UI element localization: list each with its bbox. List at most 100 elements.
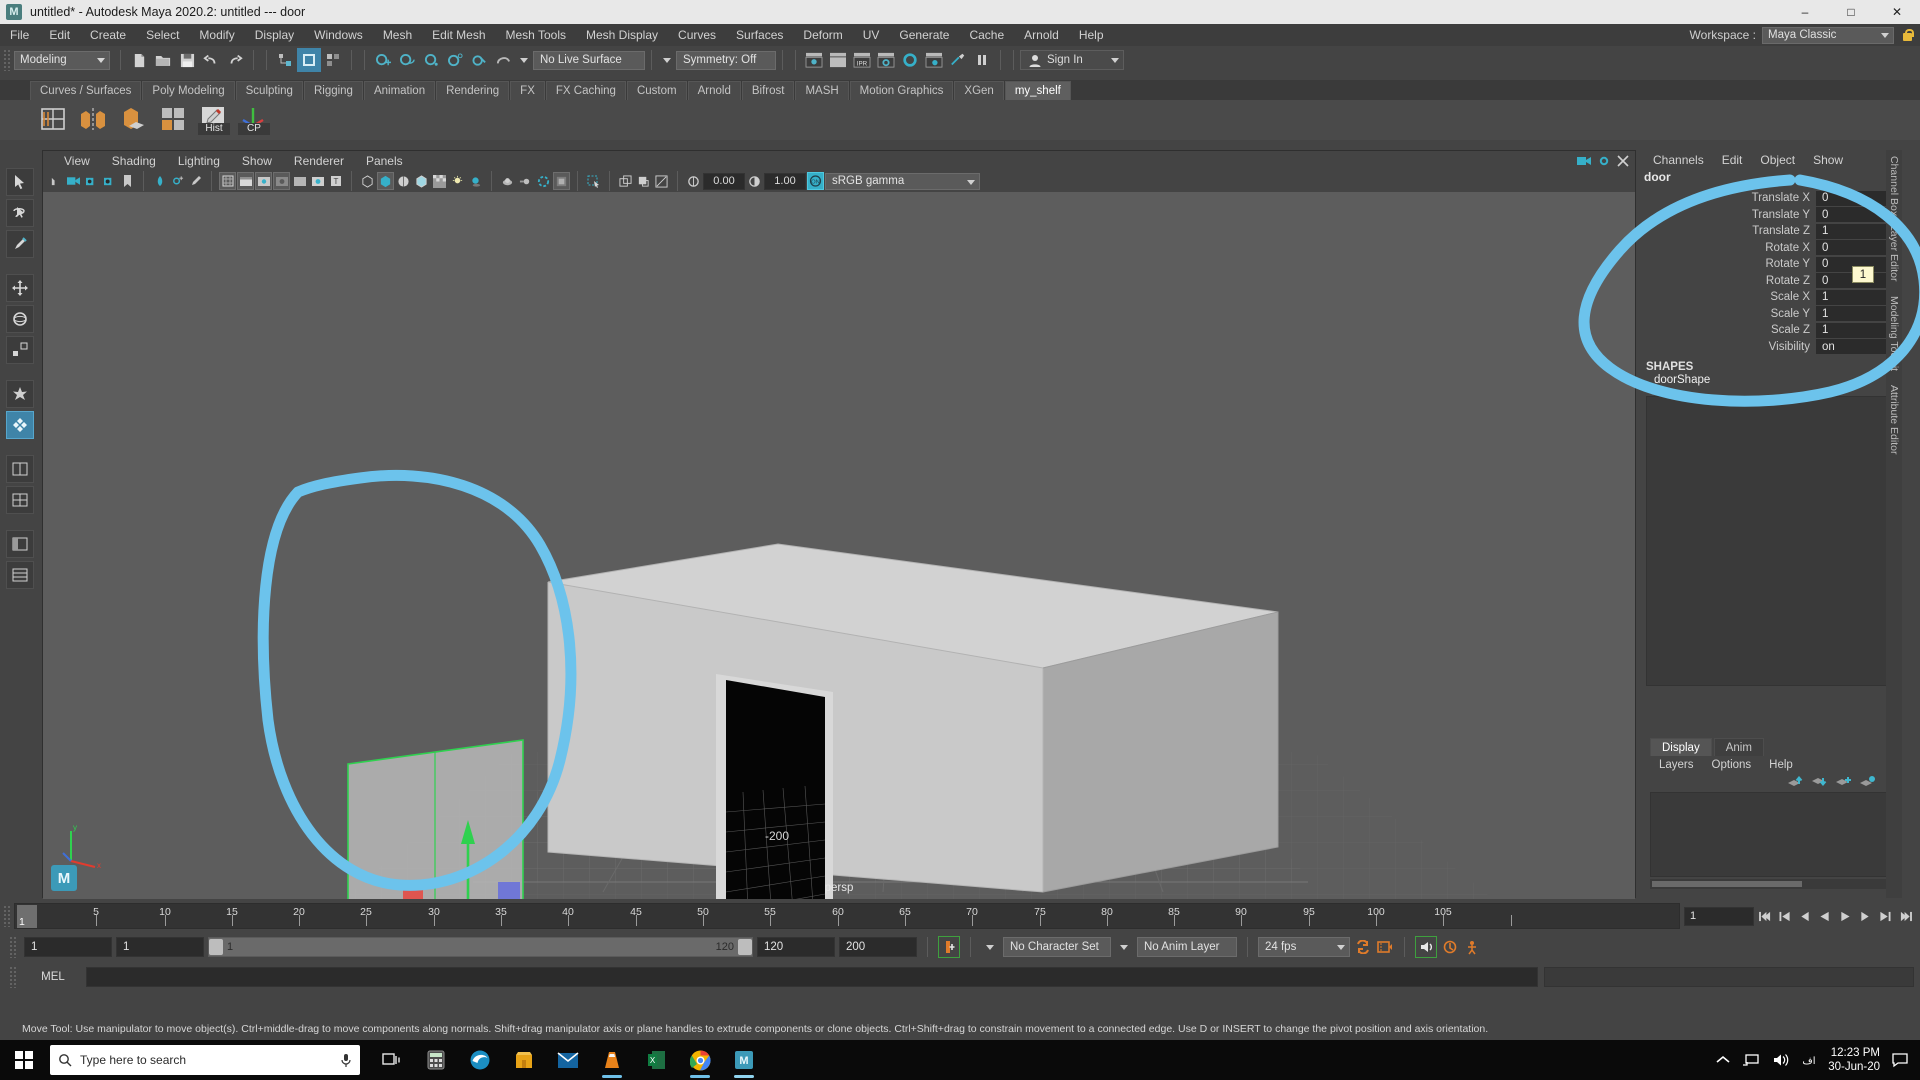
menu-edit[interactable]: Edit	[39, 24, 80, 46]
pause-icon[interactable]	[970, 48, 994, 72]
gamma-field[interactable]: 1.00	[764, 172, 806, 190]
workspace-select[interactable]: Maya Classic	[1762, 26, 1894, 44]
render-settings-icon[interactable]	[874, 48, 898, 72]
step-back-key-icon[interactable]	[1796, 906, 1814, 926]
lock-camera-icon[interactable]	[83, 172, 100, 190]
shadows-icon[interactable]	[467, 172, 484, 190]
menu-mesh-tools[interactable]: Mesh Tools	[496, 24, 576, 46]
calculator-icon[interactable]	[416, 1040, 456, 1080]
resolution-gate-icon[interactable]	[255, 172, 272, 190]
shelf-tab-custom[interactable]: Custom	[626, 81, 687, 100]
layer-horizontal-scrollbar[interactable]	[1650, 879, 1892, 889]
chevron-down-icon[interactable]	[520, 57, 528, 63]
step-forward-frame-icon[interactable]	[1876, 906, 1894, 926]
ipr-render-icon[interactable]: IPR	[850, 48, 874, 72]
chevron-down-icon[interactable]	[1120, 944, 1128, 950]
new-scene-icon[interactable]	[127, 48, 151, 72]
range-slider-gripper[interactable]	[9, 936, 17, 958]
taskbar-clock[interactable]: 12:23 PM 30-Jun-20	[1828, 1046, 1880, 1074]
wireframe-icon[interactable]	[359, 172, 376, 190]
select-by-object-icon[interactable]	[297, 48, 321, 72]
channel-row-visibility[interactable]: Visibility on	[1640, 339, 1902, 356]
live-surface-field[interactable]: No Live Surface	[533, 50, 645, 70]
lasso-select-tool[interactable]	[6, 199, 34, 227]
exposure-field[interactable]: 0.00	[703, 172, 745, 190]
side-tab-modeling-toolkit[interactable]: Modeling Toolkit	[1888, 296, 1900, 371]
step-forward-key-icon[interactable]	[1856, 906, 1874, 926]
last-tool-used[interactable]	[6, 380, 34, 408]
lock-icon[interactable]	[1900, 27, 1914, 43]
range-slider-bar[interactable]: 1 120	[208, 937, 753, 957]
select-region-icon[interactable]	[585, 172, 602, 190]
multi-cut-icon[interactable]	[38, 104, 70, 136]
two-d-pan-zoom-icon[interactable]	[169, 172, 186, 190]
menu-create[interactable]: Create	[80, 24, 136, 46]
gate-mask-icon[interactable]	[273, 172, 290, 190]
notifications-icon[interactable]	[1892, 1052, 1910, 1068]
layer-list[interactable]	[1650, 792, 1892, 877]
menu-edit-mesh[interactable]: Edit Mesh	[422, 24, 495, 46]
xray-icon[interactable]	[309, 172, 326, 190]
channel-row-translate-y[interactable]: Translate Y 0	[1640, 207, 1902, 224]
language-icon[interactable]: اف	[1802, 1053, 1816, 1067]
gamma-icon[interactable]	[746, 172, 763, 190]
current-frame-field[interactable]: 1	[1684, 906, 1754, 926]
shelf-tab-fx[interactable]: FX	[510, 81, 545, 100]
layer-menu-layers[interactable]: Layers	[1650, 759, 1703, 771]
playback-loop-icon[interactable]	[1354, 937, 1372, 957]
viewport-menu-view[interactable]: View	[53, 154, 101, 168]
render-current-frame-icon[interactable]	[802, 48, 826, 72]
camera-attributes-icon[interactable]	[101, 172, 118, 190]
animation-settings-icon[interactable]	[1441, 937, 1459, 957]
minimize-button[interactable]: –	[1782, 0, 1828, 24]
go-to-start-icon[interactable]	[1756, 906, 1774, 926]
windows-start-icon[interactable]	[0, 1040, 48, 1080]
layer-menu-help[interactable]: Help	[1760, 759, 1802, 771]
audio-toggle-icon[interactable]	[1415, 936, 1437, 958]
edit-pencil-icon[interactable]: Hist	[198, 104, 230, 136]
menu-cache[interactable]: Cache	[959, 24, 1014, 46]
viewport-menu-shading[interactable]: Shading	[101, 154, 167, 168]
command-language-label[interactable]: MEL	[26, 971, 80, 983]
color-management-toggle-icon[interactable]: ON	[807, 172, 824, 190]
task-view-icon[interactable]	[372, 1040, 412, 1080]
channel-row-scale-x[interactable]: Scale X 1	[1640, 289, 1902, 306]
shelf-tab-motion-graphics[interactable]: Motion Graphics	[849, 81, 954, 100]
viewport-menu-lighting[interactable]: Lighting	[167, 154, 231, 168]
render-view-icon[interactable]	[922, 48, 946, 72]
menu-deform[interactable]: Deform	[793, 24, 852, 46]
render-sequence-icon[interactable]	[946, 48, 970, 72]
channelbox-menu-show[interactable]: Show	[1804, 153, 1852, 167]
axis-icon[interactable]: CP	[238, 104, 270, 136]
layer-tab-anim[interactable]: Anim	[1713, 738, 1764, 756]
viewport-menu-show[interactable]: Show	[231, 154, 283, 168]
menu-modify[interactable]: Modify	[189, 24, 244, 46]
step-back-frame-icon[interactable]	[1776, 906, 1794, 926]
color-space-select[interactable]: sRGB gamma	[825, 172, 980, 190]
animation-preferences-icon[interactable]	[1376, 937, 1394, 957]
channelbox-menu-edit[interactable]: Edit	[1713, 153, 1752, 167]
animation-start-field[interactable]: 1	[116, 937, 204, 957]
menu-surfaces[interactable]: Surfaces	[726, 24, 793, 46]
menu-select[interactable]: Select	[136, 24, 189, 46]
anim-layer-select[interactable]: No Anim Layer	[1137, 937, 1237, 957]
snap-to-point-icon[interactable]	[419, 48, 443, 72]
move-layer-up-icon[interactable]	[1788, 776, 1804, 788]
go-to-end-icon[interactable]	[1896, 906, 1914, 926]
range-end-handle[interactable]	[738, 939, 752, 955]
animation-end-field[interactable]: 200	[839, 937, 917, 957]
snapshot-icon[interactable]	[653, 172, 670, 190]
edge-icon[interactable]	[460, 1040, 500, 1080]
grease-pencil-icon[interactable]	[187, 172, 204, 190]
quad-draw-icon[interactable]	[158, 104, 190, 136]
checker-icon[interactable]	[431, 172, 448, 190]
snap-to-grid-icon[interactable]	[371, 48, 395, 72]
lights-icon[interactable]	[449, 172, 466, 190]
show-hidden-icons-icon[interactable]	[1716, 1055, 1730, 1065]
move-tool[interactable]	[6, 274, 34, 302]
select-camera-icon[interactable]	[47, 172, 64, 190]
select-by-hierarchy-icon[interactable]	[273, 48, 297, 72]
volume-icon[interactable]	[1772, 1052, 1790, 1068]
undo-icon[interactable]	[199, 48, 223, 72]
menuset-select[interactable]: Modeling	[14, 50, 110, 70]
